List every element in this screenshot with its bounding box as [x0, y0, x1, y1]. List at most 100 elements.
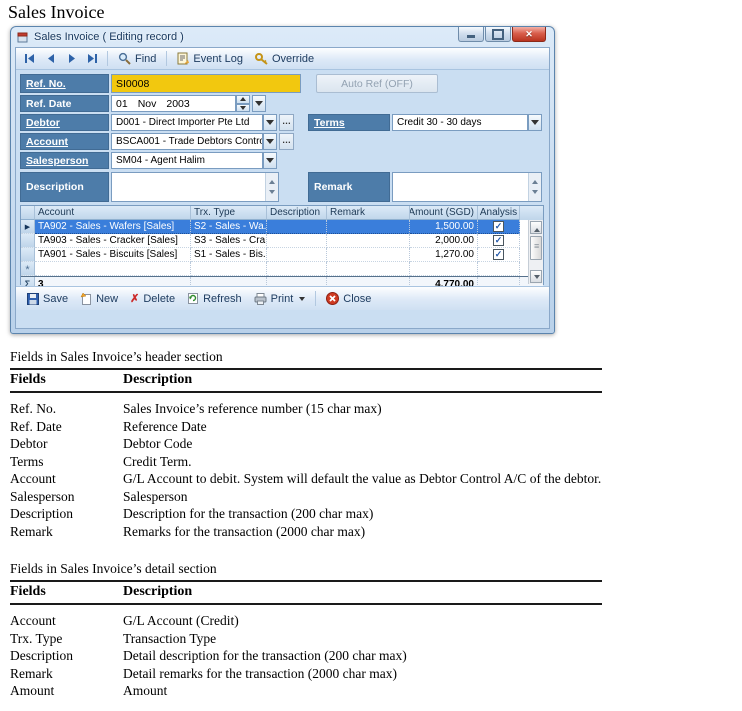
new-button[interactable]: New: [75, 290, 123, 307]
col-header-fields: Fields: [10, 369, 123, 392]
analysis-checkbox[interactable]: [493, 249, 504, 260]
spin-down-icon[interactable]: [236, 104, 250, 113]
first-record-button[interactable]: [20, 50, 39, 68]
date-day[interactable]: 01: [116, 98, 128, 110]
close-window-button[interactable]: [512, 27, 546, 42]
remark-textarea[interactable]: [392, 172, 542, 202]
date-month[interactable]: Nov: [138, 98, 157, 110]
description-scrollbar[interactable]: [265, 173, 278, 201]
ref-no-field[interactable]: SI0008: [111, 74, 301, 93]
cell-trx-type[interactable]: S3 - Sales - Cra..: [191, 234, 267, 248]
find-label: Find: [135, 53, 156, 65]
print-button[interactable]: Print: [249, 291, 311, 307]
analysis-checkbox[interactable]: [493, 221, 504, 232]
scroll-up-icon[interactable]: [530, 221, 542, 234]
minimize-button[interactable]: [458, 27, 484, 42]
window-titlebar[interactable]: Sales Invoice ( Editing record ): [11, 27, 554, 47]
cell-description[interactable]: [267, 220, 327, 234]
cell-amount[interactable]: 1,500.00: [410, 220, 478, 234]
cell-description[interactable]: [267, 248, 327, 262]
doc-field: Description: [10, 506, 123, 524]
window-client-area: Find Event Log Override: [15, 47, 550, 329]
doc-table-row: Ref. Date Reference Date: [10, 419, 602, 437]
table-row[interactable]: TA903 - Sales - Cracker [Sales] S3 - Sal…: [21, 234, 543, 248]
analysis-checkbox[interactable]: [493, 235, 504, 246]
save-button[interactable]: Save: [22, 291, 73, 307]
table-row[interactable]: TA901 - Sales - Biscuits [Sales] S1 - Sa…: [21, 248, 543, 262]
cell-analysis[interactable]: [478, 234, 520, 248]
col-header-fields: Fields: [10, 581, 123, 604]
debtor-dropdown-button[interactable]: [263, 114, 277, 131]
doc-desc: Reference Date: [123, 419, 602, 437]
column-header-description[interactable]: Description: [267, 206, 327, 220]
event-log-icon: [177, 52, 189, 65]
event-log-button[interactable]: Event Log: [172, 51, 248, 66]
date-year[interactable]: 2003: [166, 98, 189, 110]
grid-vertical-scrollbar[interactable]: [528, 220, 543, 284]
remark-scrollbar[interactable]: [528, 173, 541, 201]
date-dropdown-button[interactable]: [252, 95, 266, 112]
row-selector[interactable]: [21, 220, 35, 234]
debtor-field[interactable]: D001 - Direct Importer Pte Ltd: [111, 114, 263, 131]
previous-record-button[interactable]: [41, 50, 60, 68]
toolbar-separator: [107, 51, 108, 66]
grid-new-row[interactable]: [21, 262, 543, 276]
scroll-down-icon[interactable]: [530, 270, 542, 283]
account-field[interactable]: BSCA001 - Trade Debtors Control - For: [111, 133, 263, 150]
column-header-account[interactable]: Account: [35, 206, 191, 220]
cell-amount[interactable]: 1,270.00: [410, 248, 478, 262]
debtor-browse-button[interactable]: [279, 114, 294, 131]
override-button[interactable]: Override: [250, 52, 319, 66]
cell-analysis[interactable]: [478, 220, 520, 234]
cell-description[interactable]: [267, 234, 327, 248]
account-dropdown-button[interactable]: [263, 133, 277, 150]
salesperson-label: Salesperson: [20, 152, 109, 169]
spin-up-icon[interactable]: [236, 95, 250, 104]
salesperson-dropdown-button[interactable]: [263, 152, 277, 169]
refresh-button[interactable]: Refresh: [182, 290, 247, 307]
cell-account[interactable]: TA901 - Sales - Biscuits [Sales]: [35, 248, 191, 262]
delete-button[interactable]: ✗ Delete: [125, 290, 180, 307]
ref-date-field[interactable]: 01 Nov 2003: [111, 95, 236, 112]
close-button[interactable]: Close: [321, 290, 376, 307]
maximize-button[interactable]: [485, 27, 511, 42]
column-header-amount[interactable]: Amount (SGD): [410, 206, 478, 220]
documentation: Fields in Sales Invoice’s header section…: [10, 349, 602, 711]
description-textarea[interactable]: [111, 172, 279, 202]
header-fields-table: Fields Description Ref. No. Sales Invoic…: [10, 368, 602, 541]
cell-remark[interactable]: [327, 220, 410, 234]
cell-remark[interactable]: [327, 234, 410, 248]
column-header-remark[interactable]: Remark: [327, 206, 410, 220]
auto-ref-button[interactable]: Auto Ref (OFF): [316, 74, 438, 93]
scrollbar-thumb[interactable]: [530, 236, 542, 260]
terms-field[interactable]: Credit 30 - 30 days: [392, 114, 528, 131]
cell-account[interactable]: TA903 - Sales - Cracker [Sales]: [35, 234, 191, 248]
cell-amount[interactable]: 2,000.00: [410, 234, 478, 248]
cell-trx-type[interactable]: S1 - Sales - Bis..: [191, 248, 267, 262]
doc-desc: Sales Invoice’s reference number (15 cha…: [123, 401, 602, 419]
row-selector[interactable]: [21, 248, 35, 262]
close-label: Close: [343, 293, 371, 305]
salesperson-field[interactable]: SM04 - Agent Halim: [111, 152, 263, 169]
delete-label: Delete: [143, 293, 175, 305]
record-toolbar: Find Event Log Override: [16, 48, 549, 70]
table-row[interactable]: TA902 - Sales - Wafers [Sales] S2 - Sale…: [21, 220, 543, 234]
cell-analysis[interactable]: [478, 248, 520, 262]
cell-trx-type[interactable]: S2 - Sales - Wa..: [191, 220, 267, 234]
date-spinner[interactable]: [236, 95, 250, 112]
cell-account[interactable]: TA902 - Sales - Wafers [Sales]: [35, 220, 191, 234]
ref-no-label: Ref. No.: [20, 74, 109, 93]
terms-dropdown-button[interactable]: [528, 114, 542, 131]
doc-desc: Amount: [123, 683, 602, 701]
column-header-trx-type[interactable]: Trx. Type: [191, 206, 267, 220]
column-header-analysis[interactable]: Analysis: [478, 206, 520, 220]
last-record-button[interactable]: [83, 50, 102, 68]
save-label: Save: [43, 293, 68, 305]
row-selector[interactable]: [21, 234, 35, 248]
doc-table-row: Ref. No. Sales Invoice’s reference numbe…: [10, 401, 602, 419]
cell-remark[interactable]: [327, 248, 410, 262]
next-record-button[interactable]: [62, 50, 81, 68]
find-button[interactable]: Find: [113, 51, 161, 66]
account-browse-button[interactable]: [279, 133, 294, 150]
print-dropdown-icon[interactable]: [299, 293, 305, 305]
